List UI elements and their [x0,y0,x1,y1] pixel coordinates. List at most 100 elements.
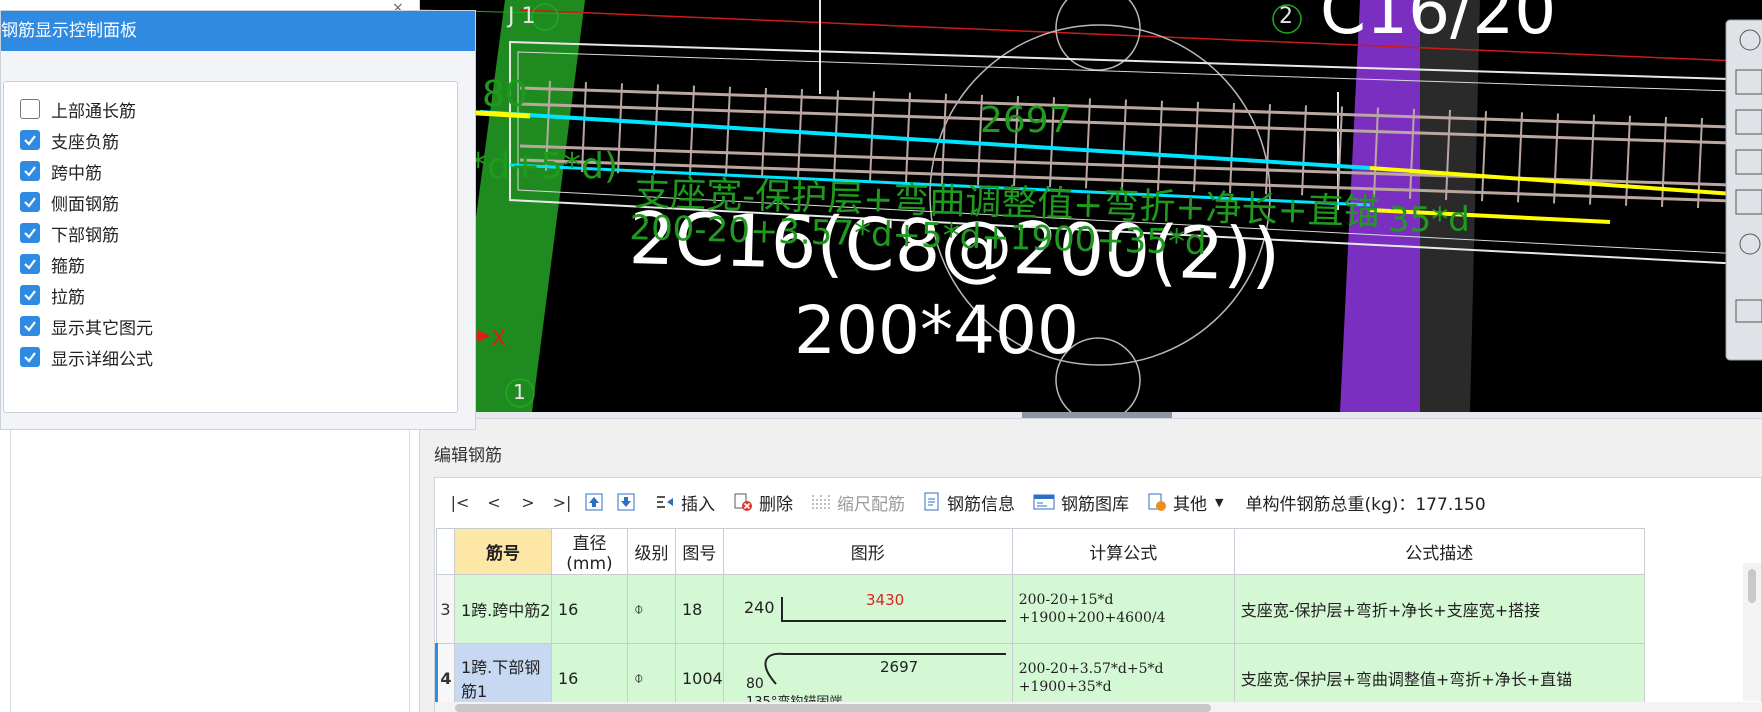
shape-left-dim: 240 [744,598,775,617]
column-header-shape[interactable]: 图形 [722,528,1013,575]
total-weight-label: 单构件钢筋总重(kg)：177.150 [1245,494,1486,515]
arrow-up-icon [585,493,603,511]
formula-line-2: +1900+35*d [1018,679,1112,695]
checkbox-checked-icon[interactable] [20,130,40,150]
checkbox-option[interactable]: 下部钢筋 [20,216,119,250]
formula-cell[interactable]: 200-20+15*d +1900+200+4600/4 [1011,574,1235,644]
other-settings-icon [1147,492,1167,512]
column-header-bar-no[interactable]: 筋号 [454,528,552,575]
insert-button[interactable]: 插入 [655,490,715,515]
checkbox-option[interactable]: 显示其它图元 [20,309,153,343]
dimension-2697: 2697 [980,100,1072,141]
delete-label: 删除 [759,494,793,515]
nav-last-button[interactable]: >| [545,493,579,512]
delete-doc-icon [733,492,753,512]
nav-prev-button[interactable]: < [477,493,511,512]
rebar-library-label: 钢筋图库 [1061,494,1129,515]
scale-rebar-button[interactable]: 缩尺配筋 [811,490,905,515]
checkbox-label: 显示其它图元 [51,318,153,339]
horizontal-scroll-thumb[interactable] [455,704,1211,712]
shape-length-dim: 2697 [880,658,918,676]
description-cell[interactable]: 支座宽-保护层+弯折+净长+支座宽+搭接 [1233,574,1645,644]
column-header-description[interactable]: 公式描述 [1233,528,1645,575]
move-down-button[interactable] [617,493,641,511]
axis-tag-1: 1 [513,380,526,404]
option-group: 上部通长筋 支座负筋跨中筋侧面钢筋下部钢筋箍筋拉筋显示其它图元 显示详细公式 [3,81,458,413]
column-header-figure-no[interactable]: 图号 [675,528,724,575]
checkbox-option[interactable]: 支座负筋 [20,123,119,157]
diameter-cell[interactable]: 16 [551,574,628,644]
checkbox-option[interactable]: 跨中筋 [20,154,102,188]
shape-cell[interactable]: 240 3430 [722,574,1013,644]
checkbox-option[interactable]: 显示详细公式 [20,340,153,374]
checkbox-label: 下部钢筋 [51,225,119,246]
shape-diagram: 240 3430 [744,591,1006,622]
table-header-row: 筋号 直径(mm) 级别 图号 图形 计算公式 公式描述 [436,528,1645,575]
checkbox-checked-icon[interactable] [20,223,40,243]
column-header-formula[interactable]: 计算公式 [1011,528,1235,575]
checkbox-label: 显示详细公式 [51,349,153,370]
left-tree-area [10,430,410,712]
checkbox-option[interactable]: 箍筋 [20,247,85,281]
formula-line-2: +1900+200+4600/4 [1018,610,1166,626]
checkbox-checked-icon[interactable] [20,347,40,367]
grade-cell[interactable]: ⌽ [627,574,676,644]
delete-button[interactable]: 删除 [733,490,793,515]
rebar-info-button[interactable]: 钢筋信息 [923,490,1015,515]
column-header-grade[interactable]: 级别 [627,528,676,575]
axis-tag-j1: J 1 [508,4,536,29]
bar-name-cell[interactable]: 1跨.跨中筋2 [454,574,552,644]
checkbox-option[interactable]: 侧面钢筋 [20,185,119,219]
column-header-diameter[interactable]: 直径(mm) [551,528,628,575]
nav-first-button[interactable]: |< [443,493,477,512]
editor-title: 编辑钢筋 [434,446,502,466]
checkbox-option[interactable]: 上部通长筋 [20,92,136,126]
other-dropdown-button[interactable]: 其他 ▼ [1147,490,1223,515]
checkbox-label: 侧面钢筋 [51,194,119,215]
checkbox-checked-icon[interactable] [20,285,40,305]
insert-row-icon [655,493,675,511]
rebar-display-control-panel: 钢筋显示控制面板 上部通长筋 支座负筋跨中筋侧面钢筋下部钢筋箍筋拉筋显示其它图元显… [0,10,476,430]
arrow-down-icon [617,493,635,511]
checkbox-label: 跨中筋 [51,163,102,184]
nav-next-button[interactable]: > [511,493,545,512]
corner-spec-text: C16/20 [1320,0,1557,49]
checkbox-label: 拉筋 [51,287,85,308]
row-index[interactable]: 3 [436,574,455,644]
checkbox-label: 箍筋 [51,256,85,277]
checkbox-label: 上部通长筋 [51,101,136,122]
dimension-35d: 35*d [1388,200,1470,240]
rebar-editor-panel: 编辑钢筋 |< < > >| 插入 删除 缩尺配筋 钢筋信息 钢筋图库 其他 ▼… [420,418,1762,712]
vertical-scroll-thumb[interactable] [1748,569,1756,603]
horizontal-scrollbar[interactable] [435,702,1762,712]
document-icon [923,492,941,512]
scale-rebar-label: 缩尺配筋 [837,494,905,515]
library-icon [1033,493,1055,511]
editor-content: |< < > >| 插入 删除 缩尺配筋 钢筋信息 钢筋图库 其他 ▼ 单构件钢… [434,477,1762,712]
checkbox-unchecked-icon[interactable] [20,99,40,119]
figure-no-cell[interactable]: 18 [675,574,724,644]
panel-title[interactable]: 钢筋显示控制面板 [1,11,475,51]
cad-viewport[interactable]: J 1 2 1 Y X 80 2697 35*d 3.5*d+5*d) 2C16… [420,0,1762,412]
table-row[interactable]: 3 1跨.跨中筋2 16 ⌽ 18 240 3430 200-20+15*d +… [436,574,1645,644]
beam-size-text: 200*400 [794,292,1079,369]
checkbox-checked-icon[interactable] [20,192,40,212]
other-label: 其他 [1173,494,1207,515]
rebar-table: 筋号 直径(mm) 级别 图号 图形 计算公式 公式描述 3 1跨.跨中筋2 1… [435,528,1645,712]
axis-x-label: X [492,326,506,350]
vertical-scrollbar[interactable] [1743,563,1761,701]
move-up-button[interactable] [585,493,609,511]
checkbox-option[interactable]: 拉筋 [20,278,85,312]
scale-rebar-icon [811,493,831,511]
checkbox-checked-icon[interactable] [20,316,40,336]
checkbox-checked-icon[interactable] [20,161,40,181]
dimension-80: 80 [482,74,528,115]
checkbox-checked-icon[interactable] [20,254,40,274]
shape-length-dim: 3430 [866,591,904,609]
row-index-header [436,528,455,575]
editor-toolbar: |< < > >| 插入 删除 缩尺配筋 钢筋信息 钢筋图库 其他 ▼ 单构件钢… [435,478,1762,526]
app-window: × 钢筋显示控制面板 上部通长筋 支座负筋 跨中筋 侧面钢筋 下部钢筋 箍筋 拉筋 显示其它图… [0,0,1762,712]
rebar-library-button[interactable]: 钢筋图库 [1033,490,1129,515]
shape-left-dim: 80 [746,676,764,692]
formula-line-1: 200-20+15*d [1018,592,1114,608]
